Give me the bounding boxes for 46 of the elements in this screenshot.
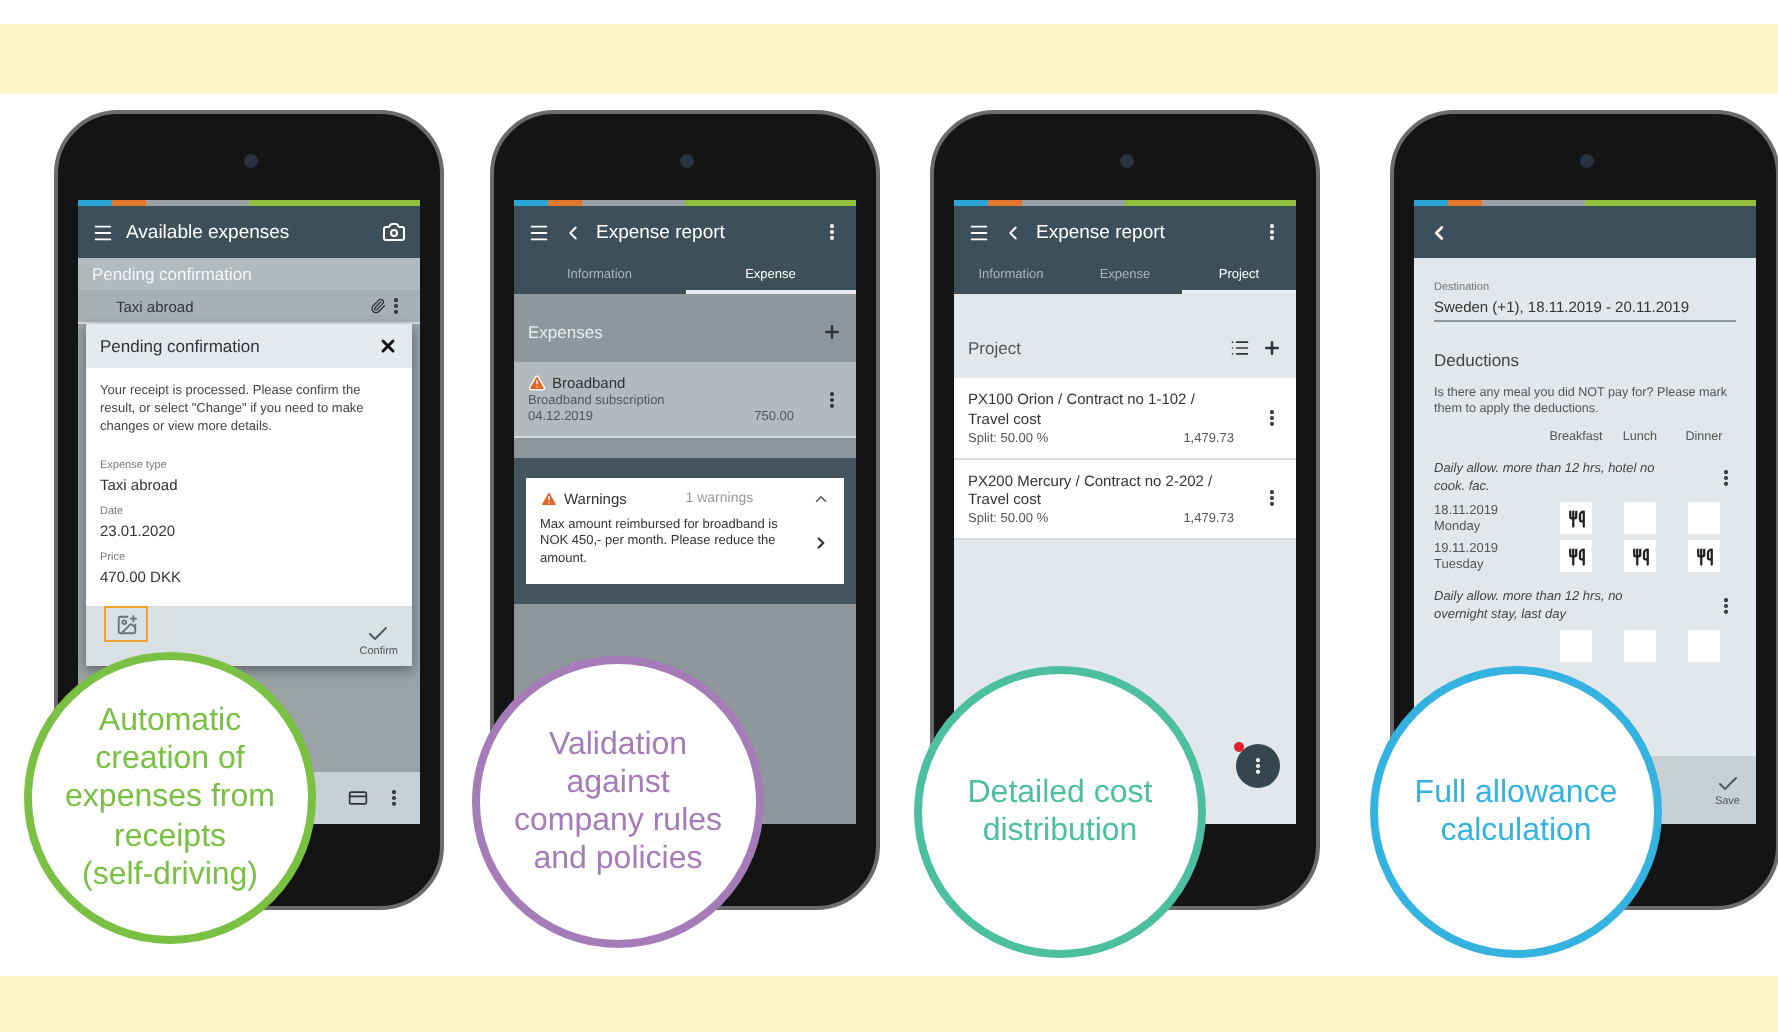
meal-checkbox[interactable]	[1624, 502, 1656, 535]
cutlery-icon	[1567, 509, 1585, 528]
check-icon	[1715, 772, 1740, 796]
cutlery-icon	[1631, 547, 1649, 566]
add-icon[interactable]	[822, 322, 842, 342]
meal-checkbox[interactable]	[1560, 630, 1592, 663]
feature-text: Full allowance calculation	[1412, 773, 1620, 851]
card-icon[interactable]	[348, 788, 368, 808]
paperclip-icon	[370, 298, 386, 314]
section-header: Expenses	[514, 294, 856, 362]
dialog-title: Pending confirmation	[100, 336, 262, 356]
notification-dot	[1234, 742, 1244, 752]
screen-title: Expense report	[596, 221, 727, 243]
image-edit-icon	[115, 613, 137, 636]
meal-checkbox[interactable]	[1560, 502, 1592, 535]
camera-dot	[243, 154, 257, 168]
meal-checkbox[interactable]	[1688, 540, 1720, 573]
meal-checkbox[interactable]	[1688, 502, 1720, 535]
meal-checkbox[interactable]	[1560, 540, 1592, 573]
menu-icon[interactable]	[92, 221, 114, 243]
feature-text: Automatic creation of expenses from receipts (self-driving)	[63, 702, 277, 894]
feature-text: Detailed cost distribution	[965, 773, 1155, 851]
warning-icon	[528, 374, 546, 392]
collapse-icon[interactable]	[812, 490, 830, 508]
warning-icon	[540, 490, 558, 508]
chevron-right-icon[interactable]	[812, 534, 830, 553]
close-icon[interactable]	[378, 336, 398, 356]
camera-icon[interactable]	[382, 220, 406, 244]
meal-checkbox[interactable]	[1688, 630, 1720, 663]
meal-checkbox[interactable]	[1624, 630, 1656, 663]
section-heading: Deductions	[1434, 350, 1522, 370]
change-button[interactable]	[104, 606, 148, 643]
cutlery-icon	[1695, 547, 1713, 566]
camera-dot	[679, 154, 693, 168]
screen-title: Expense report	[1036, 221, 1167, 243]
meal-checkbox[interactable]	[1624, 540, 1656, 573]
add-icon[interactable]	[1262, 338, 1282, 358]
screen-title: Available expenses	[126, 221, 292, 243]
list-icon[interactable]	[1230, 338, 1250, 358]
camera-dot	[1119, 154, 1133, 168]
feature-text: Validation against company rules and policies	[511, 725, 725, 879]
menu-icon[interactable]	[528, 221, 550, 243]
cutlery-icon	[1567, 547, 1585, 566]
camera-dot	[1579, 154, 1593, 168]
menu-icon[interactable]	[968, 221, 990, 243]
list-subheader: Pending confirmation	[78, 258, 420, 290]
